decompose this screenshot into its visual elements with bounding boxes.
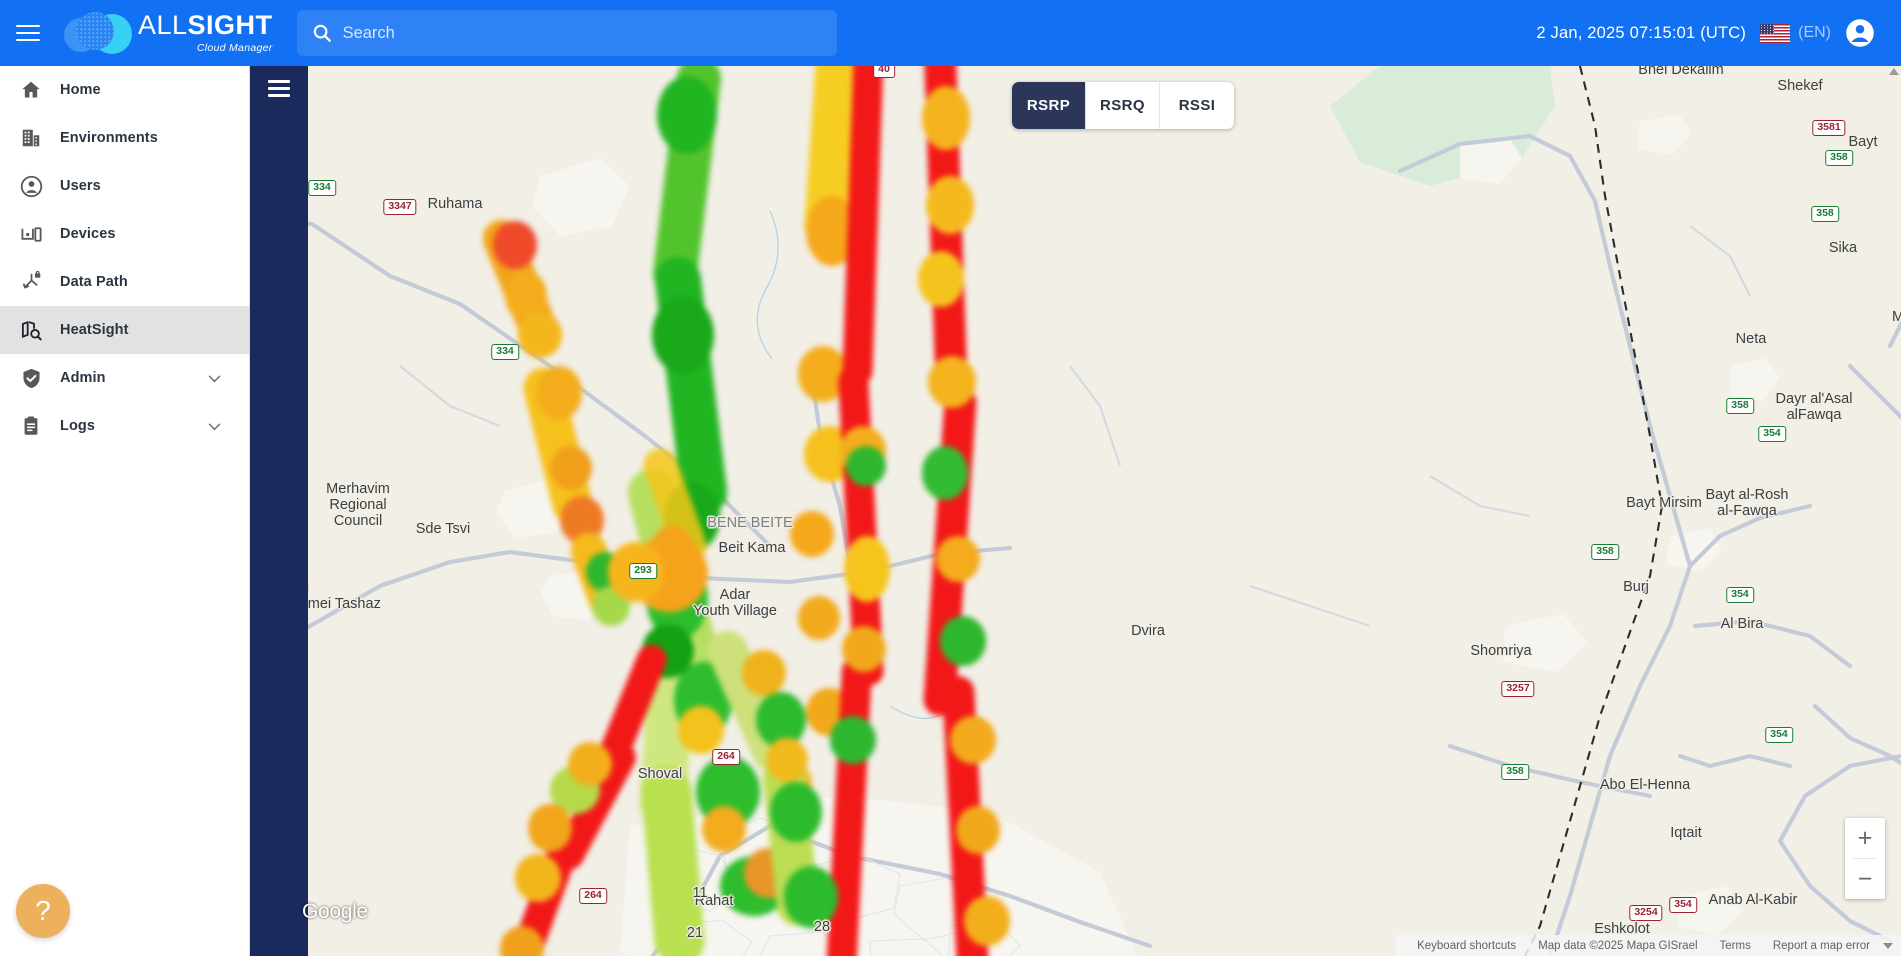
sidebar-label: Home	[60, 82, 101, 98]
chevron-down-icon[interactable]	[206, 370, 223, 387]
search-input[interactable]	[342, 23, 823, 43]
sidebar-item-users[interactable]: Users	[0, 162, 249, 210]
sidebar-item-devices[interactable]: Devices	[0, 210, 249, 258]
sidebar-label: Data Path	[60, 274, 128, 290]
metric-toggle-group[interactable]: RSRP RSRQ RSSI	[1012, 82, 1234, 129]
brand-name-prefix: ALL	[138, 10, 188, 41]
sidebar-item-data-path[interactable]: Data Path	[0, 258, 249, 306]
chevron-down-icon[interactable]	[206, 418, 223, 435]
devices-icon	[10, 223, 52, 246]
metric-button-rssi[interactable]: RSSI	[1160, 82, 1234, 129]
sidebar-label: Logs	[60, 418, 96, 434]
data-path-icon	[10, 270, 52, 294]
sidebar-item-home[interactable]: Home	[0, 66, 249, 114]
sidebar-item-environments[interactable]: Environments	[0, 114, 249, 162]
metric-button-rsrq[interactable]: RSRQ	[1086, 82, 1160, 129]
signal-heatmap-layer	[250, 66, 1901, 956]
brand-logo[interactable]: ALLSIGHT Cloud Manager	[62, 0, 283, 66]
map-zoom-controls[interactable]: + −	[1845, 818, 1885, 899]
map-data-credit: Map data ©2025 Mapa GISrael	[1538, 939, 1698, 952]
map-panel-toggle[interactable]	[250, 66, 308, 956]
sidebar-label: HeatSight	[60, 322, 129, 338]
person-icon	[10, 175, 52, 198]
map-scroll-up-arrow[interactable]	[1889, 68, 1899, 75]
shield-check-icon	[10, 367, 52, 390]
clipboard-icon	[10, 415, 52, 437]
cloud-logo-icon	[62, 10, 134, 56]
search-box[interactable]	[296, 10, 837, 56]
main-menu-toggle[interactable]	[0, 0, 56, 66]
brand-subtitle: Cloud Manager	[196, 42, 273, 55]
heatsight-map[interactable]: 3343347334293264264405358135835835835435…	[250, 66, 1901, 956]
report-map-error-link[interactable]: Report a map error	[1762, 940, 1881, 952]
language-selector[interactable]: (EN)	[1760, 23, 1831, 43]
map-attribution-bar: Keyboard shortcuts Map data ©2025 Mapa G…	[1396, 935, 1901, 956]
sidebar-item-admin[interactable]: Admin	[0, 354, 249, 402]
zoom-out-button[interactable]: −	[1845, 859, 1885, 899]
terms-link[interactable]: Terms	[1709, 940, 1762, 952]
keyboard-shortcuts-link[interactable]: Keyboard shortcuts	[1406, 940, 1527, 952]
sidebar-label: Admin	[60, 370, 106, 386]
sidebar-item-logs[interactable]: Logs	[0, 402, 249, 450]
building-icon	[10, 127, 52, 149]
sidebar-label: Users	[60, 178, 101, 194]
search-icon	[313, 24, 331, 42]
account-circle-icon[interactable]	[1845, 18, 1875, 48]
language-code: (EN)	[1798, 24, 1831, 41]
brand-name-suffix: SIGHT	[187, 10, 273, 41]
hamburger-icon	[268, 80, 290, 97]
help-button[interactable]: ?	[16, 884, 70, 938]
metric-button-rsrp[interactable]: RSRP	[1012, 82, 1086, 129]
main-sidebar: Home Environments Users Devices Data Pat…	[0, 66, 250, 956]
sidebar-label: Environments	[60, 130, 158, 146]
sidebar-item-heatsight[interactable]: HeatSight	[0, 306, 249, 354]
zoom-in-button[interactable]: +	[1845, 818, 1885, 858]
home-icon	[10, 79, 52, 101]
sidebar-label: Devices	[60, 226, 116, 242]
map-search-icon	[10, 319, 52, 342]
hamburger-icon	[16, 20, 40, 46]
top-app-bar: ALLSIGHT Cloud Manager 2 Jan, 2025 07:15…	[0, 0, 1901, 66]
us-flag-icon	[1760, 23, 1791, 43]
utc-clock: 2 Jan, 2025 07:15:01 (UTC)	[1536, 23, 1747, 42]
brand-name: ALLSIGHT	[138, 12, 273, 39]
google-logo: Google	[302, 900, 368, 923]
chevron-down-icon[interactable]	[1883, 942, 1893, 949]
